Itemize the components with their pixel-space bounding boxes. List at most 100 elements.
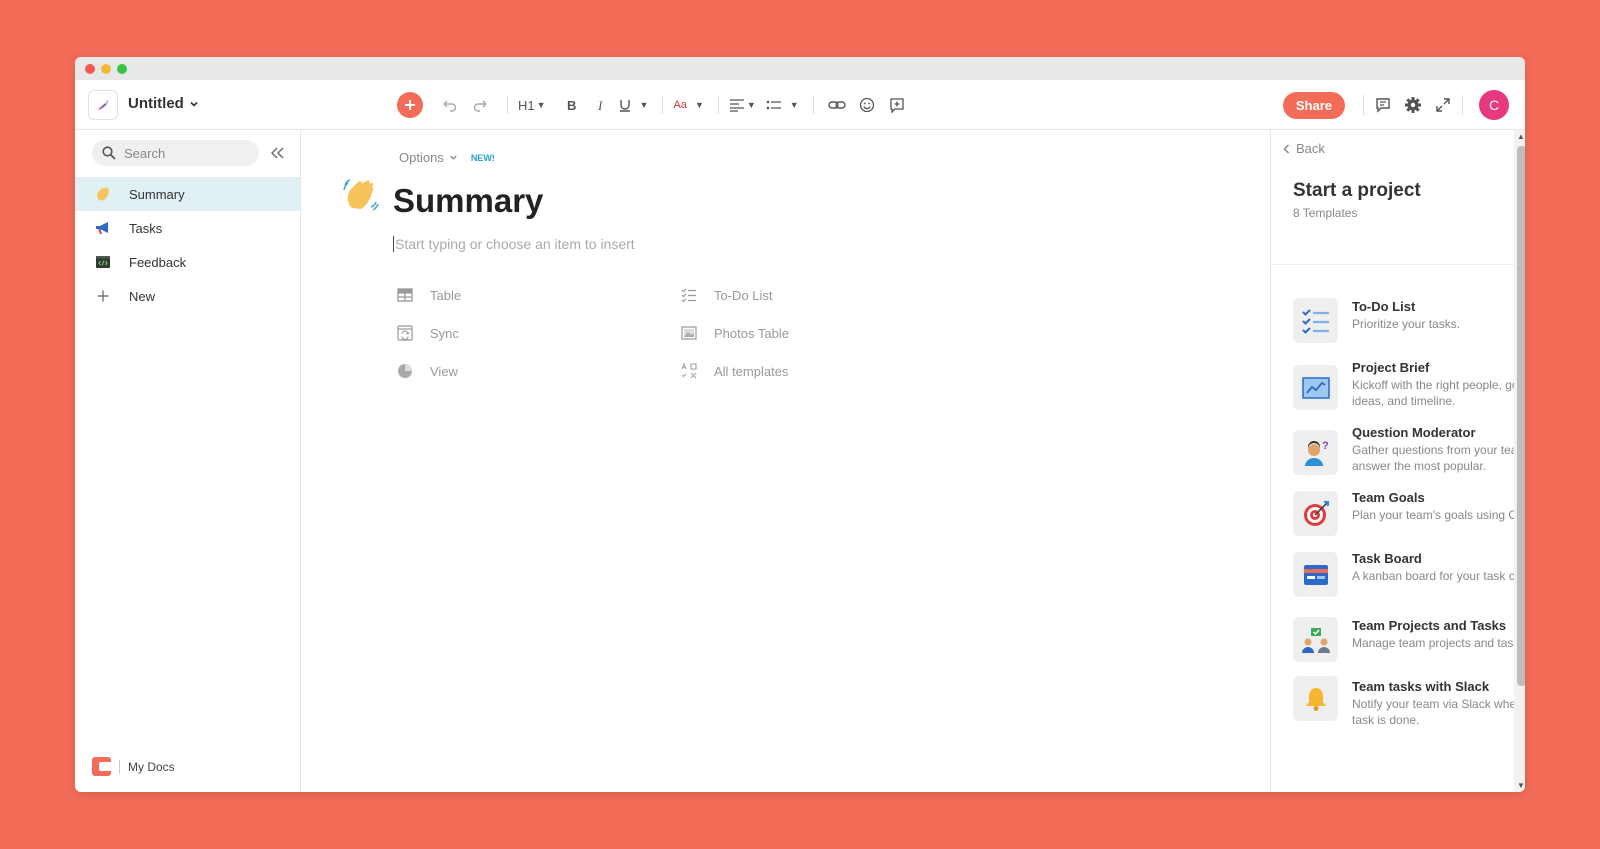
sidebar-item-summary[interactable]: Summary: [75, 177, 300, 211]
template-name: Question Moderator: [1352, 425, 1476, 440]
template-text: Task Board A kanban board for your task …: [1352, 550, 1525, 584]
bold-button[interactable]: B: [558, 92, 584, 118]
redo-button[interactable]: [467, 92, 493, 118]
minimize-window-button[interactable]: [101, 63, 111, 74]
format-toolbar: H1 ▼ B I ▼ Aa ▼ ▼ ▼: [397, 92, 914, 118]
insert-label: All templates: [714, 363, 789, 379]
search-box[interactable]: [92, 140, 259, 166]
insert-button[interactable]: [397, 92, 423, 118]
text-color-dropdown[interactable]: Aa ▼: [673, 92, 703, 118]
sidebar-item-new[interactable]: New: [75, 279, 300, 313]
checklist-icon: [680, 286, 698, 304]
page-title[interactable]: Summary: [393, 182, 543, 220]
sidebar-item-label: Summary: [129, 186, 185, 202]
megaphone-icon: [94, 219, 112, 237]
insert-sync[interactable]: Sync: [396, 323, 680, 343]
close-window-button[interactable]: [85, 63, 95, 74]
link-icon: [828, 101, 846, 109]
italic-button[interactable]: I: [588, 92, 614, 118]
chevron-down-icon: [450, 155, 457, 160]
toolbar-divider: [507, 96, 508, 114]
template-name: Team Projects and Tasks: [1352, 618, 1507, 633]
template-team-goals[interactable]: Team Goals Plan your team's goals using …: [1293, 489, 1525, 536]
settings-button[interactable]: [1398, 90, 1428, 120]
sidebar-item-tasks[interactable]: Tasks: [75, 211, 300, 245]
toolbar-divider: [717, 96, 719, 114]
comment-add-icon: [890, 98, 904, 113]
template-project-brief[interactable]: Project Brief Kickoff with the right peo…: [1293, 359, 1525, 410]
editor-placeholder[interactable]: Start typing or choose an item to insert: [393, 236, 635, 252]
template-list: To-Do List Prioritize your tasks. i Proj…: [1293, 298, 1525, 728]
align-dropdown[interactable]: ▼: [729, 92, 756, 118]
doc-title-dropdown[interactable]: Untitled: [128, 95, 199, 112]
scroll-thumb[interactable]: [1517, 146, 1525, 686]
template-team-projects[interactable]: Team Projects and Tasks Manage team proj…: [1293, 617, 1525, 662]
link-button[interactable]: [824, 92, 850, 118]
my-docs-link[interactable]: My Docs: [92, 757, 175, 776]
template-team-tasks-slack[interactable]: Team tasks with Slack Notify your team v…: [1293, 676, 1525, 728]
list-dropdown[interactable]: ▼: [766, 92, 799, 118]
collapse-sidebar-button[interactable]: [267, 142, 289, 164]
sidebar: Summary Tasks Feedback: [75, 130, 301, 792]
expand-icon: [1436, 98, 1450, 112]
template-question-moderator[interactable]: ? Question Moderator Gather questions fr…: [1293, 424, 1525, 475]
insert-options: Table To-Do List Sync Photos Table View: [396, 285, 880, 381]
smiley-icon: [859, 97, 874, 113]
target-icon: [1293, 491, 1338, 536]
avatar[interactable]: C: [1479, 90, 1509, 120]
doc-logo-icon[interactable]: [88, 90, 118, 120]
template-desc: Gather questions from your team and answ…: [1352, 443, 1525, 473]
comments-icon: [1376, 98, 1390, 113]
undo-button[interactable]: [437, 92, 463, 118]
fullscreen-button[interactable]: [1428, 90, 1458, 120]
options-dropdown[interactable]: Options NEW!: [399, 150, 495, 165]
template-text: Project Brief Kickoff with the right peo…: [1352, 359, 1525, 409]
insert-table[interactable]: Table: [396, 285, 680, 305]
sidebar-item-label: Tasks: [129, 220, 163, 236]
template-desc: Plan your team's goals using OKRs.: [1352, 508, 1525, 522]
chevron-left-icon: [1283, 143, 1290, 154]
template-todo-list[interactable]: To-Do List Prioritize your tasks. i: [1293, 298, 1525, 343]
heading-dropdown[interactable]: H1 ▼: [518, 92, 546, 118]
maximize-window-button[interactable]: [117, 63, 127, 74]
emoji-button[interactable]: [854, 92, 880, 118]
insert-todo-list[interactable]: To-Do List: [680, 285, 880, 305]
scroll-down-icon[interactable]: ▼: [1517, 781, 1525, 790]
panel-scrollbar[interactable]: ▲ ▼: [1514, 130, 1525, 792]
search-input[interactable]: [124, 145, 244, 161]
insert-label: Photos Table: [714, 325, 789, 341]
template-name: Project Brief: [1352, 360, 1430, 375]
template-desc: Manage team projects and tasks.: [1352, 636, 1525, 650]
app-window: Untitled H1 ▼ B I ▼ Aa ▼ ▼ ▼ Share C Sea…: [75, 57, 1525, 792]
back-label: Back: [1296, 141, 1325, 156]
bell-icon: [1293, 676, 1338, 721]
divider: [1271, 264, 1525, 265]
team-icon: [1293, 617, 1338, 662]
template-desc: A kanban board for your task cards.: [1352, 569, 1525, 583]
back-button[interactable]: Back: [1283, 141, 1325, 156]
heading-label: H1: [518, 97, 535, 113]
template-task-board[interactable]: Task Board A kanban board for your task …: [1293, 550, 1525, 597]
text-color-label: Aa: [673, 99, 687, 111]
template-name: To-Do List: [1352, 299, 1416, 314]
template-text: Question Moderator Gather questions from…: [1352, 424, 1525, 474]
code-window-icon: [94, 253, 112, 271]
add-comment-button[interactable]: [884, 92, 910, 118]
italic-icon: I: [597, 98, 603, 112]
options-label: Options: [399, 150, 444, 165]
page-emoji-waving-hand-icon[interactable]: [343, 177, 379, 221]
underline-dropdown[interactable]: ▼: [618, 92, 648, 118]
insert-label: Table: [430, 287, 462, 303]
scroll-up-icon[interactable]: ▲: [1517, 132, 1525, 141]
title-bar: [75, 57, 1525, 80]
double-chevron-left-icon: [271, 147, 284, 159]
svg-text:B: B: [567, 98, 576, 112]
insert-photos-table[interactable]: Photos Table: [680, 323, 880, 343]
template-name: Team tasks with Slack: [1352, 679, 1490, 694]
template-text: Team Projects and Tasks Manage team proj…: [1352, 617, 1525, 651]
sidebar-item-feedback[interactable]: Feedback: [75, 245, 300, 279]
insert-view[interactable]: View: [396, 361, 680, 381]
comments-button[interactable]: [1368, 90, 1398, 120]
share-button[interactable]: Share: [1282, 91, 1345, 119]
insert-all-templates[interactable]: All templates: [680, 361, 880, 381]
